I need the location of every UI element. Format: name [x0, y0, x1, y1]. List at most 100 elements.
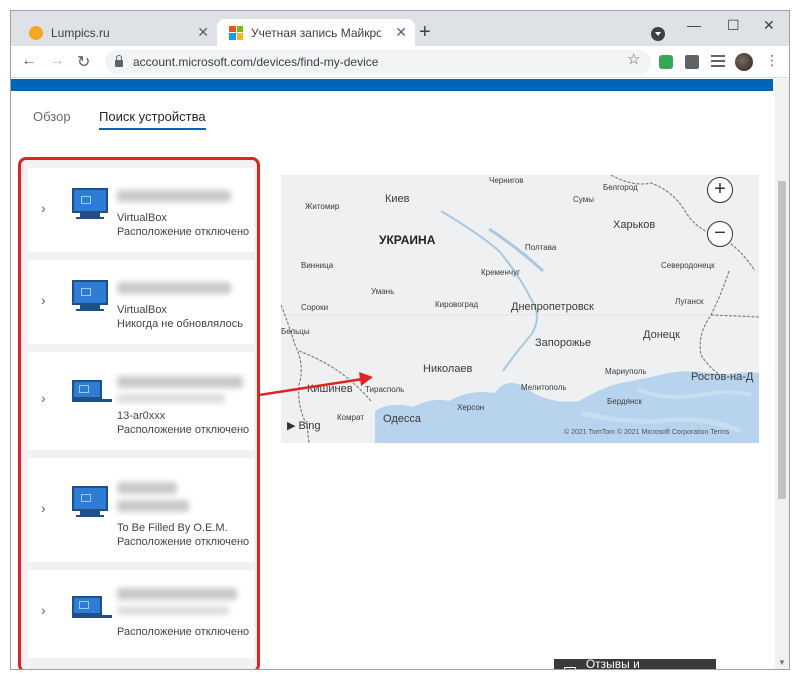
laptop-icon	[72, 596, 112, 618]
bing-logo: ▶ Bing	[287, 419, 321, 432]
media-control-icon[interactable]	[711, 55, 725, 69]
music-extension-icon[interactable]	[659, 55, 673, 69]
map-label-odessa: Одесса	[383, 413, 421, 425]
tab-title: Учетная запись Майкрософт | У	[251, 25, 381, 40]
address-bar[interactable]: account.microsoft.com/devices/find-my-de…	[105, 50, 651, 74]
device-id-redacted	[117, 606, 229, 615]
map-label-kherson: Херсон	[457, 403, 485, 412]
device-model: VirtualBox	[117, 212, 167, 224]
close-window-button[interactable]: ✕	[763, 17, 775, 34]
map-label-kiev: Киев	[385, 193, 410, 205]
device-name-redacted	[117, 588, 237, 600]
tab-lumpics[interactable]: Lumpics.ru ✕	[17, 19, 217, 46]
red-arrow-annotation	[259, 372, 373, 397]
close-tab-icon[interactable]: ✕	[197, 24, 209, 41]
tab-microsoft-account[interactable]: Учетная запись Майкрософт | У ✕	[217, 19, 415, 46]
extensions-puzzle-icon[interactable]	[685, 55, 699, 69]
chevron-right-icon: ›	[41, 500, 46, 516]
map-label-nikolaev: Николаев	[423, 363, 473, 375]
device-id-redacted	[117, 394, 225, 403]
zoom-out-button[interactable]: −	[707, 221, 733, 247]
map-label-mariupol: Мариуполь	[605, 367, 647, 376]
reload-button[interactable]: ↻	[77, 52, 90, 72]
bing-label: Bing	[298, 420, 321, 432]
map-label-severodonetsk: Северодонецк	[661, 261, 715, 270]
new-tab-button[interactable]: +	[419, 22, 431, 42]
close-tab-icon[interactable]: ✕	[395, 24, 407, 41]
map-label-komrat: Комрат	[337, 413, 364, 422]
feedback-button[interactable]: Отзывы и предложения	[554, 657, 716, 670]
desktop-computer-icon	[72, 486, 108, 517]
scroll-down-arrow-icon[interactable]: ▼	[778, 658, 786, 667]
device-model: To Be Filled By O.E.M.	[117, 522, 228, 534]
desktop-computer-icon	[72, 280, 108, 311]
device-status: Расположение отключено	[117, 536, 250, 548]
chevron-right-icon: ›	[41, 200, 46, 216]
device-map[interactable]: Житомир Киев Чернигов Сумы Белгород Харь…	[281, 175, 759, 443]
map-label-berdyansk: Бердянск	[607, 397, 642, 406]
tab-find-device[interactable]: Поиск устройства	[99, 109, 206, 130]
feedback-chat-icon	[564, 666, 576, 669]
map-label-chernigov: Чернигов	[489, 176, 524, 185]
device-model: VirtualBox	[117, 304, 167, 316]
chevron-right-icon: ›	[41, 602, 46, 618]
bing-logo-icon: ▶	[287, 420, 299, 432]
page-content: ▼ Обзор Поиск устройства › VirtualBox Ра…	[11, 79, 789, 670]
map-label-poltava: Полтава	[525, 243, 557, 252]
page-scrollbar[interactable]: ▼	[775, 79, 789, 669]
device-card[interactable]: › VirtualBox Расположение отключено	[28, 168, 254, 252]
zoom-in-button[interactable]: +	[707, 177, 733, 203]
tab-search-button[interactable]	[651, 27, 665, 41]
chevron-right-icon: ›	[41, 390, 46, 406]
tab-title: Lumpics.ru	[51, 25, 110, 40]
lock-icon	[115, 55, 123, 67]
device-model: 13-ar0xxx	[117, 410, 166, 422]
device-status: Никогда не обновлялось	[117, 318, 243, 330]
profile-avatar[interactable]	[735, 53, 753, 71]
chevron-right-icon: ›	[41, 292, 46, 308]
header-accent-bar	[11, 79, 773, 91]
map-label-ukraine: УКРАИНА	[379, 233, 436, 247]
laptop-icon	[72, 380, 112, 402]
device-card[interactable]: › VirtualBox Никогда не обновлялось	[28, 260, 254, 344]
browser-window: Lumpics.ru ✕ Учетная запись Майкрософт |…	[10, 10, 790, 670]
map-label-soroki: Сороки	[301, 303, 329, 312]
tab-strip: Lumpics.ru ✕ Учетная запись Майкрософт |…	[11, 11, 789, 46]
map-label-sumy: Сумы	[573, 195, 594, 204]
device-name-redacted	[117, 482, 177, 494]
bookmark-star-icon[interactable]: ☆	[627, 50, 640, 68]
feedback-label: Отзывы и предложения	[585, 657, 640, 670]
browser-toolbar: ← → ↻ account.microsoft.com/devices/find…	[11, 46, 789, 78]
map-label-donetsk: Донецк	[643, 329, 680, 341]
device-name-redacted	[117, 190, 231, 202]
device-list: › VirtualBox Расположение отключено › Vi…	[18, 157, 260, 669]
address-text: account.microsoft.com/devices/find-my-de…	[133, 55, 379, 69]
device-card[interactable]: › Расположение отключено	[28, 570, 254, 658]
microsoft-favicon-icon	[229, 25, 243, 40]
tab-overview[interactable]: Обзор	[33, 109, 71, 124]
map-label-uman: Умань	[371, 287, 395, 296]
minimize-button[interactable]: —	[687, 17, 701, 33]
device-name-redacted	[117, 282, 231, 294]
map-label-kharkov: Харьков	[613, 219, 656, 231]
map-label-kirovograd: Кировоград	[435, 300, 479, 309]
map-label-dnepropetrovsk: Днепропетровск	[511, 301, 594, 313]
map-label-lugansk: Луганск	[675, 297, 704, 306]
device-card[interactable]: › 13-ar0xxx Расположение отключено	[28, 352, 254, 450]
scrollbar-thumb[interactable]	[778, 181, 786, 499]
map-label-zhitomir: Житомир	[305, 202, 340, 211]
back-button[interactable]: ←	[21, 52, 37, 70]
desktop-computer-icon	[72, 188, 108, 219]
map-label-melitopol: Мелитополь	[521, 383, 567, 392]
device-name-redacted	[117, 500, 189, 512]
device-status: Расположение отключено	[117, 626, 250, 638]
device-card[interactable]: › To Be Filled By O.E.M. Расположение от…	[28, 458, 254, 562]
forward-button[interactable]: →	[49, 52, 65, 70]
map-label-belgorod: Белгород	[603, 183, 638, 192]
map-label-rostov: Ростов-на-Д	[691, 371, 754, 383]
map-copyright[interactable]: © 2021 TomTom © 2021 Microsoft Corporati…	[564, 429, 729, 436]
lumpics-favicon-icon	[29, 25, 43, 40]
maximize-button[interactable]: ☐	[727, 17, 740, 34]
map-label-beltsy: Бельцы	[281, 327, 310, 336]
browser-menu-icon[interactable]: ⋮	[765, 52, 779, 69]
